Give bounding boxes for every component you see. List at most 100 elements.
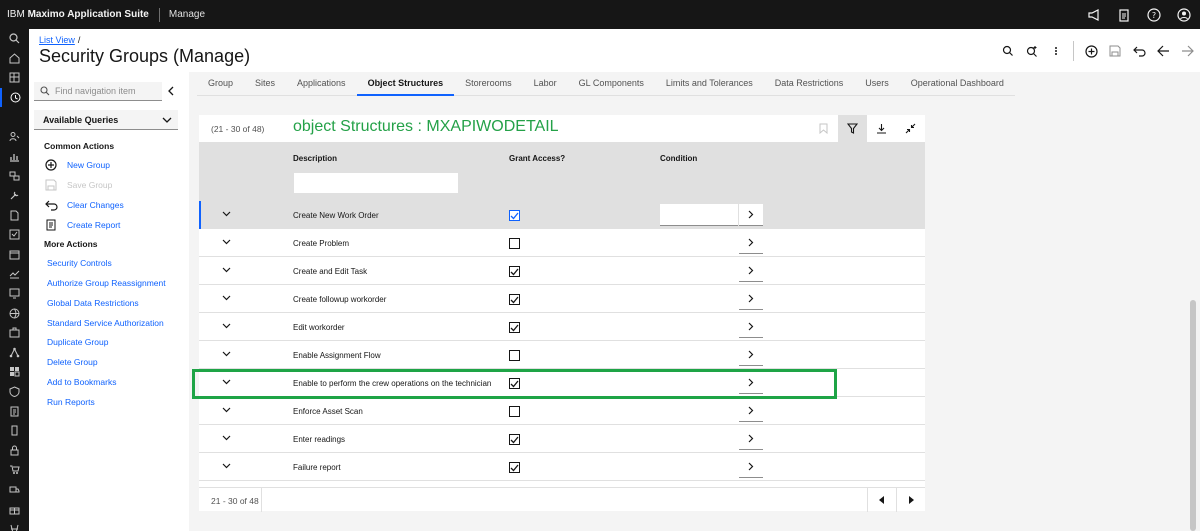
condition-input[interactable] <box>660 344 738 366</box>
bookmark-icon[interactable] <box>809 115 838 142</box>
user-avatar-icon[interactable] <box>1176 7 1192 23</box>
tab-group[interactable]: Group <box>197 72 244 96</box>
description-filter-input[interactable] <box>293 172 459 194</box>
condition-input[interactable] <box>660 372 738 394</box>
gift-icon[interactable] <box>0 499 29 519</box>
chevron-right-icon[interactable] <box>739 232 763 254</box>
table-row[interactable]: Edit workorder <box>199 313 925 341</box>
arrow-right-icon[interactable] <box>1180 44 1194 58</box>
table-row[interactable]: Enable to perform the crew operations on… <box>199 369 925 397</box>
arrow-left-icon[interactable] <box>1156 44 1170 58</box>
grant-access-checkbox[interactable] <box>509 378 520 389</box>
home-icon[interactable] <box>0 49 29 69</box>
trend-chart-icon[interactable] <box>0 264 29 284</box>
search-icon[interactable] <box>1001 44 1015 58</box>
chevron-right-icon[interactable] <box>739 456 763 478</box>
chevron-down-icon[interactable] <box>220 348 232 360</box>
tab-users[interactable]: Users <box>854 72 900 96</box>
page-scrollbar[interactable] <box>1190 300 1196 531</box>
save-icon[interactable] <box>1108 44 1122 58</box>
tab-operational-dashboard[interactable]: Operational Dashboard <box>900 72 1015 96</box>
grant-access-checkbox[interactable] <box>509 350 520 361</box>
condition-input[interactable] <box>660 204 738 226</box>
lock-icon[interactable] <box>0 440 29 460</box>
condition-input[interactable] <box>660 316 738 338</box>
global-data-restrictions-link[interactable]: Global Data Restrictions <box>47 298 139 308</box>
grid-icon[interactable] <box>0 362 29 382</box>
history-icon[interactable] <box>0 87 29 108</box>
cart-icon[interactable] <box>0 460 29 480</box>
report-icon[interactable] <box>0 401 29 421</box>
chart-icon[interactable] <box>0 147 29 167</box>
document-icon[interactable] <box>0 205 29 225</box>
checklist-icon[interactable] <box>0 225 29 245</box>
add-to-bookmarks-link[interactable]: Add to Bookmarks <box>47 377 116 387</box>
condition-input[interactable] <box>660 232 738 254</box>
chevron-right-icon[interactable] <box>739 428 763 450</box>
standard-service-authorization-link[interactable]: Standard Service Authorization <box>47 318 164 328</box>
tab-gl-components[interactable]: GL Components <box>568 72 655 96</box>
create-report-action[interactable]: Create Report <box>44 218 120 232</box>
monitor-icon[interactable] <box>0 284 29 304</box>
chevron-right-icon[interactable] <box>739 260 763 282</box>
chevron-right-icon[interactable] <box>739 316 763 338</box>
chevron-down-icon[interactable] <box>220 320 232 332</box>
delete-group-link[interactable]: Delete Group <box>47 357 98 367</box>
next-page-button[interactable] <box>896 488 925 512</box>
table-row[interactable]: Create New Work Order <box>199 201 925 229</box>
overflow-menu-icon[interactable] <box>1049 44 1063 58</box>
tab-storerooms[interactable]: Storerooms <box>454 72 523 96</box>
filter-icon[interactable] <box>838 115 867 142</box>
table-row[interactable]: Enable Assignment Flow <box>199 341 925 369</box>
run-reports-link[interactable]: Run Reports <box>47 397 95 407</box>
truck-icon[interactable] <box>0 480 29 500</box>
table-row[interactable]: Create and Edit Task <box>199 257 925 285</box>
previous-page-button[interactable] <box>867 488 896 512</box>
table-row[interactable]: Failure report <box>199 453 925 481</box>
chevron-right-icon[interactable] <box>739 204 763 226</box>
condition-input[interactable] <box>660 428 738 450</box>
chevron-right-icon[interactable] <box>739 344 763 366</box>
condition-input[interactable] <box>660 288 738 310</box>
shield-icon[interactable] <box>0 382 29 402</box>
duplicate-group-link[interactable]: Duplicate Group <box>47 337 108 347</box>
chevron-down-icon[interactable] <box>220 460 232 472</box>
help-icon[interactable]: ? <box>1146 7 1162 23</box>
chevron-left-icon[interactable] <box>164 84 178 98</box>
nav-search-input[interactable]: Find navigation item <box>34 82 162 101</box>
dashboard-icon[interactable] <box>0 68 29 88</box>
column-header-description[interactable]: Description <box>293 154 337 163</box>
brand[interactable]: IBM Maximo Application Suite <box>0 9 149 20</box>
tab-applications[interactable]: Applications <box>286 72 357 96</box>
clear-changes-action[interactable]: Clear Changes <box>44 198 124 212</box>
security-controls-link[interactable]: Security Controls <box>47 258 112 268</box>
chevron-down-icon[interactable] <box>220 264 232 276</box>
collection-icon[interactable] <box>0 519 29 531</box>
clipboard-icon[interactable] <box>1116 7 1132 23</box>
megaphone-icon[interactable] <box>1086 7 1102 23</box>
download-icon[interactable] <box>867 115 896 142</box>
minimize-icon[interactable] <box>896 115 925 142</box>
briefcase-icon[interactable] <box>0 323 29 343</box>
breadcrumb-list-view-link[interactable]: List View <box>39 35 75 45</box>
tab-data-restrictions[interactable]: Data Restrictions <box>764 72 855 96</box>
network-icon[interactable] <box>0 343 29 363</box>
grant-access-checkbox[interactable] <box>509 406 520 417</box>
grant-access-checkbox[interactable] <box>509 294 520 305</box>
chevron-down-icon[interactable] <box>220 208 232 220</box>
chevron-down-icon[interactable] <box>220 404 232 416</box>
tools-icon[interactable] <box>0 186 29 206</box>
chevron-down-icon[interactable] <box>220 432 232 444</box>
table-row[interactable]: Enforce Asset Scan <box>199 397 925 425</box>
people-icon[interactable] <box>0 127 29 147</box>
grant-access-checkbox[interactable] <box>509 238 520 249</box>
table-row[interactable]: Enter readings <box>199 425 925 453</box>
search-icon[interactable] <box>0 29 29 49</box>
table-row[interactable]: Create Problem <box>199 229 925 257</box>
authorize-group-reassignment-link[interactable]: Authorize Group Reassignment <box>47 278 166 288</box>
chevron-right-icon[interactable] <box>739 288 763 310</box>
mobile-icon[interactable] <box>0 421 29 441</box>
table-row[interactable]: Create followup workorder <box>199 285 925 313</box>
globe-icon[interactable] <box>0 303 29 323</box>
add-circle-icon[interactable] <box>1084 44 1098 58</box>
